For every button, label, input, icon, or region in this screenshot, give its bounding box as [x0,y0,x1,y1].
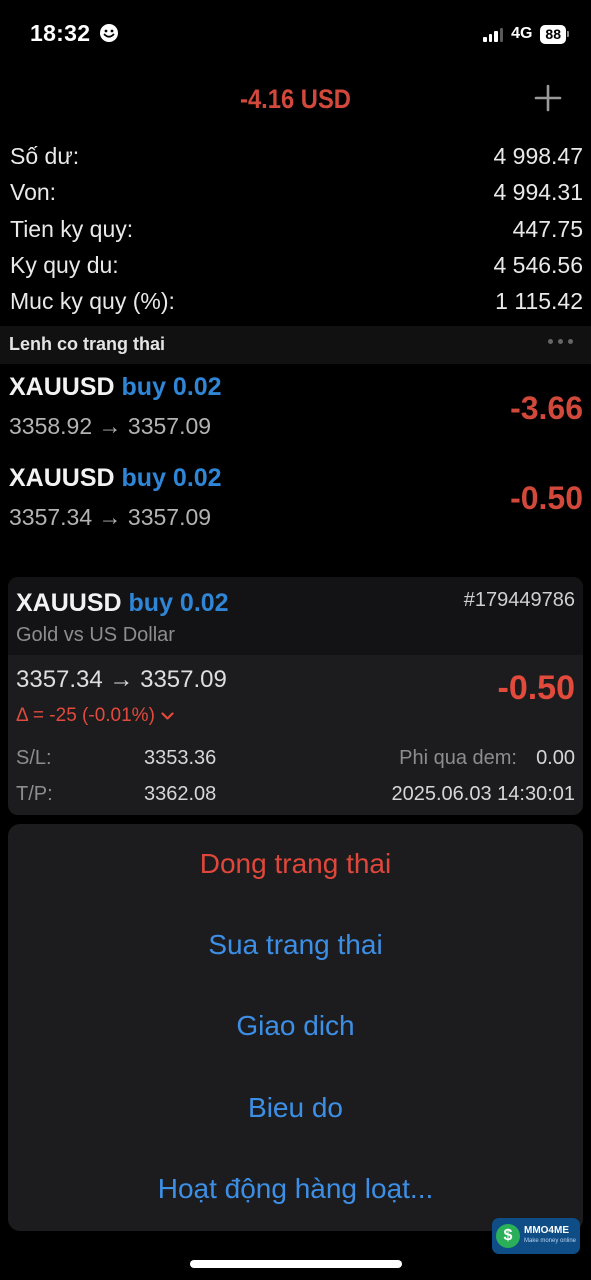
account-row-margin-level: Muc ky quy (%): 1 115.42 [10,283,583,319]
margin-label: Tien ky quy: [10,215,134,242]
trade-button[interactable]: Giao dich [8,1010,583,1042]
status-bar: 18:32 4G 88 [0,0,591,70]
position-prices: 3357.34 → 3357.09 [9,504,212,530]
balance-value: 4 998.47 [493,142,583,169]
plus-icon [534,84,562,112]
position-profit: -0.50 [510,480,583,516]
modify-position-button[interactable]: Sua trang thai [8,929,583,961]
card-delta-text: Δ = -25 (-0.01%) [16,705,155,726]
account-row-equity: Von: 4 994.31 [10,174,583,210]
position-symbol: XAUUSD [9,464,115,492]
watermark-logo: $ MMO4ME Make money online [492,1218,580,1254]
open-time: 2025.06.03 14:30:01 [391,783,575,805]
card-ticket: #179449786 [463,589,575,611]
margin-level-label: Muc ky quy (%): [10,287,175,314]
total-profit: -4.16 USD [240,84,351,114]
sl-label: S/L: [16,747,52,769]
tp-label: T/P: [16,783,53,805]
card-symbol: XAUUSD [16,589,122,617]
close-position-button[interactable]: Dong trang thai [8,848,583,880]
face-smile-icon [100,24,119,42]
signal-icon [483,26,504,42]
position-side: buy 0.02 [121,373,222,401]
free-margin-value: 4 546.56 [493,251,583,278]
equity-value: 4 994.31 [493,178,583,205]
free-margin-label: Ky quy du: [10,251,119,278]
account-row-balance: Số dư: 4 998.47 [10,138,583,174]
tp-value: 3362.08 [144,783,217,805]
positions-section-title: Lenh co trang thai [9,334,166,354]
watermark-tagline: Make money online [523,1238,577,1244]
position-prices: 3358.92 → 3357.09 [9,413,212,439]
account-row-margin: Tien ky quy: 447.75 [10,211,583,247]
equity-label: Von: [10,178,57,205]
sl-value: 3353.36 [144,747,217,769]
network-type: 4G [511,25,533,42]
position-symbol: XAUUSD [9,373,115,401]
card-description: Gold vs US Dollar [16,624,175,646]
dollar-icon: $ [496,1224,520,1248]
margin-value: 447.75 [512,215,583,242]
card-delta[interactable]: Δ = -25 (-0.01%) [16,705,174,727]
status-time-label: 18:32 [30,20,91,46]
card-prices: 3357.34 → 3357.09 [16,666,227,693]
card-profit: -0.50 [497,669,576,707]
account-row-free-margin: Ky quy du: 4 546.56 [10,247,583,283]
action-sheet: Dong trang thai Sua trang thai Giao dich… [8,824,583,1231]
swap-label: Phi qua dem: [399,747,517,769]
balance-label: Số dư: [10,142,80,169]
position-detail-card: XAUUSD buy 0.02 #179449786 Gold vs US Do… [8,577,583,815]
home-indicator[interactable] [190,1260,402,1268]
status-indicators: 4G 88 [483,22,569,46]
status-time: 18:32 [30,20,119,47]
card-title: XAUUSD buy 0.02 [16,589,229,618]
chart-button[interactable]: Bieu do [8,1092,583,1124]
position-side: buy 0.02 [121,464,222,492]
position-profit: -3.66 [510,390,583,426]
bulk-operations-button[interactable]: Hoạt động hàng loạt... [8,1173,583,1205]
margin-level-value: 1 115.42 [495,287,583,314]
card-side: buy 0.02 [128,589,229,617]
watermark-name: MMO4ME [523,1225,569,1236]
more-horizontal-icon[interactable] [548,339,573,344]
add-order-button[interactable] [533,80,563,116]
chevron-down-icon [161,711,174,720]
battery-level: 88 [540,24,566,44]
position-row-2-title[interactable]: XAUUSD buy 0.02 [9,464,222,493]
battery-icon: 88 [540,24,569,44]
swap-value: 0.00 [536,747,575,769]
position-row-1-title[interactable]: XAUUSD buy 0.02 [9,373,222,402]
